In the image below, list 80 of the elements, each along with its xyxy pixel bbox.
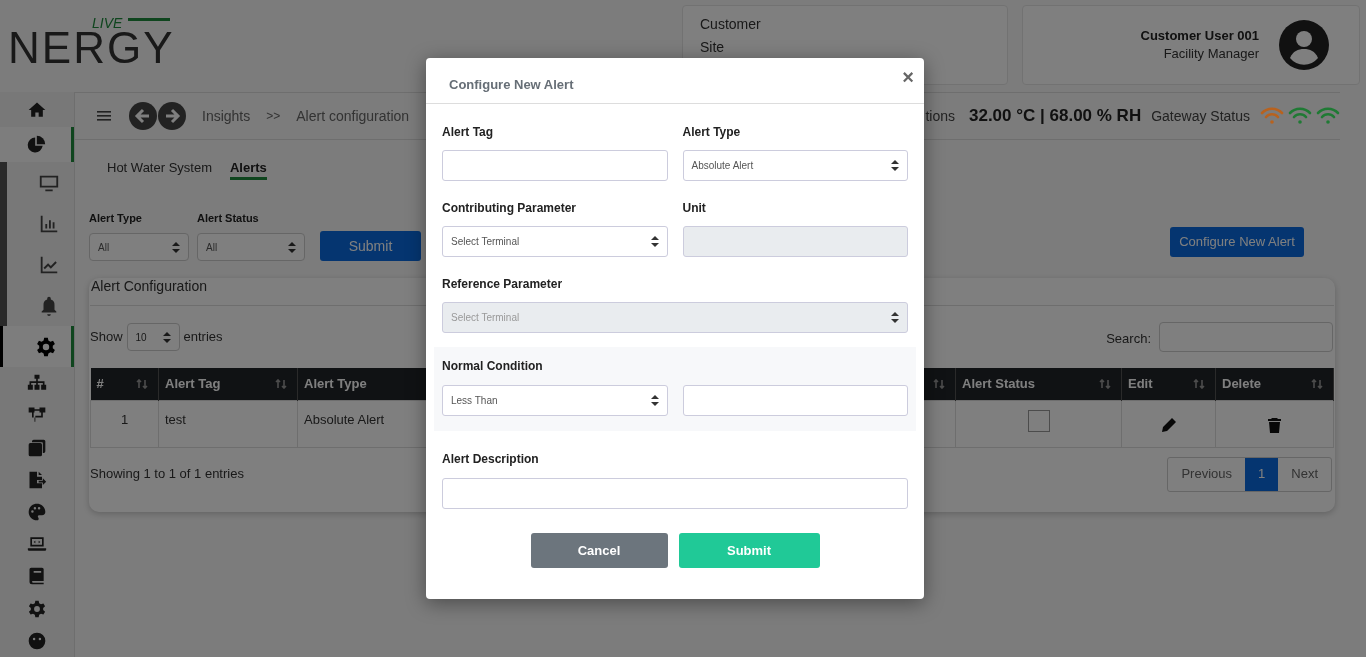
field-label: Reference Parameter [442,276,564,293]
field-label: Unit [682,200,707,217]
select-field[interactable]: Absolute Alert [682,150,908,181]
breadcrumb-link[interactable]: Alert configuration [296,105,410,127]
settings-icon[interactable] [27,598,47,619]
table-cell: 1 [90,400,159,447]
avatar-icon[interactable] [1279,20,1329,70]
pie-chart-icon[interactable] [25,134,46,155]
table-info: Showing 1 to 1 of 1 entries [90,465,244,484]
user-role: Facility Manager [1163,45,1259,63]
field-label: Alert Tag [442,124,495,141]
cancel-button[interactable]: Cancel [530,533,668,568]
trash-icon[interactable] [1268,417,1281,433]
submit-button[interactable]: Submit [320,231,421,261]
sort-icon [1193,378,1205,389]
filter-select[interactable]: All [89,233,189,261]
field-label: Alert Type [682,124,742,141]
menu-icon[interactable] [97,109,111,123]
table-cell: test [158,400,298,447]
pagination-button[interactable]: 1 [1245,457,1279,491]
user-name: Customer User 001 [1140,27,1259,45]
sort-icon [933,378,945,389]
sidebar-subitem[interactable] [0,326,74,368]
sort-icon [275,378,287,389]
filter-label: Alert Status [197,210,260,226]
input-field[interactable] [682,385,908,416]
show-label: Show [90,328,123,347]
column-header[interactable]: Delete [1215,368,1334,400]
face-icon[interactable] [27,630,47,651]
site-card-label: Customer [700,15,762,34]
tab[interactable]: Alerts [230,158,267,180]
logo-tagline: LIVE [92,14,123,32]
sort-icon [1311,378,1323,389]
pagination-button[interactable]: Next [1278,457,1331,491]
filter-select[interactable]: All [197,233,305,261]
select-arrows-icon [172,241,180,253]
input-field[interactable] [442,150,668,181]
gateway-status-label: Gateway Status [1151,106,1250,126]
pencil-icon[interactable] [1160,416,1177,433]
settings-icon[interactable] [35,335,57,358]
temperature-humidity-reading: 32.00 °C | 68.00 % RH [968,105,1142,128]
select-arrows-icon [650,236,659,247]
select-arrows-icon [288,241,296,253]
select-arrows-icon [650,395,659,406]
search-field[interactable] [1159,322,1333,352]
site-card-label: Site [700,38,726,57]
conditions-label: tions [925,106,955,126]
card-title: Alert Configuration [91,277,207,296]
book-icon[interactable] [27,566,47,587]
column-header[interactable]: # [90,368,159,400]
column-header[interactable]: Edit [1121,368,1216,400]
pagination-button[interactable]: Previous [1168,457,1246,491]
tab[interactable]: Hot Water System [107,158,212,180]
search-label: Search: [1106,330,1151,349]
breadcrumb-separator: >> [266,108,281,125]
dialog-title: Configure New Alert [449,75,574,94]
status-checkbox[interactable] [1027,409,1050,432]
configure-new-alert-button[interactable]: Configure New Alert [1170,227,1304,257]
palette-icon[interactable] [27,502,47,522]
select-arrows-icon [891,312,899,323]
page-size-select[interactable]: 10 [126,323,180,351]
breadcrumb-link[interactable]: Insights [202,105,251,127]
copy-icon[interactable] [27,437,47,458]
entries-label: entries [183,328,223,347]
column-header[interactable]: Alert Tag [158,368,298,400]
select-arrows-icon [891,160,899,171]
input-field[interactable] [442,478,908,509]
field-label: Contributing Parameter [442,200,577,217]
filter-label: Alert Type [89,210,143,226]
sort-icon [136,378,148,389]
column-header[interactable]: Alert Status [955,368,1122,400]
field-label: Alert Description [442,451,540,468]
select-field[interactable]: Select Terminal [442,226,668,257]
select-arrows-icon [162,331,171,343]
close-button[interactable]: × [902,61,914,92]
select-field[interactable]: Less Than [442,385,668,416]
sidebar-item[interactable] [0,127,74,163]
file-export-icon[interactable] [27,469,47,490]
field-label: Normal Condition [442,358,544,375]
sort-icon [1099,378,1111,389]
